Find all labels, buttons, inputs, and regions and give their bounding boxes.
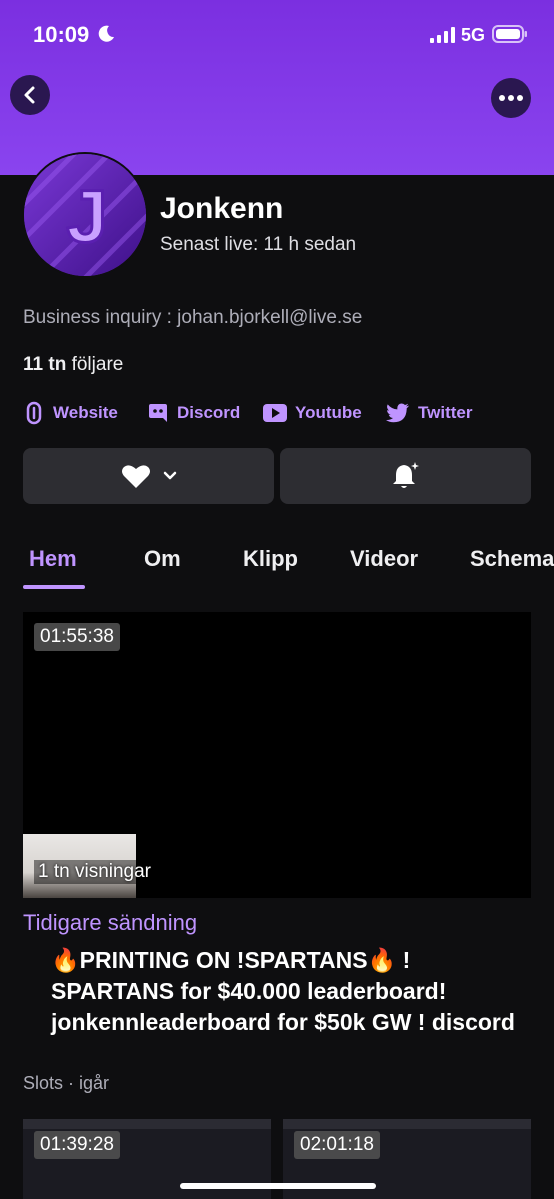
link-label: Discord (177, 403, 241, 422)
bell-plus-icon (392, 462, 419, 488)
link-youtube[interactable]: Youtube (263, 400, 362, 426)
channel-name: Jonkenn (160, 192, 284, 225)
link-discord[interactable]: Discord (147, 400, 240, 426)
link-website[interactable]: Website (23, 400, 118, 426)
video-type-label: Tidigare sändning (23, 910, 198, 935)
channel-bio: Business inquiry : johan.bjorkell@live.s… (23, 307, 363, 328)
battery-icon (492, 25, 527, 43)
thumbnail-browser-bar (283, 1119, 531, 1129)
network-label: 5G (461, 25, 486, 45)
view-count: 1 tn visningar (34, 860, 156, 884)
link-label: Twitter (418, 403, 473, 422)
video-duration: 01:39:28 (34, 1131, 120, 1159)
featured-video-thumbnail[interactable]: 01:55:38 (23, 612, 531, 898)
link-label: Youtube (295, 403, 362, 422)
profile-banner: 10:09 5G (0, 0, 554, 175)
more-dots-icon (499, 95, 523, 101)
link-icon (26, 401, 42, 425)
back-button[interactable] (10, 75, 50, 115)
channel-avatar[interactable]: J (22, 152, 148, 278)
moon-icon (98, 25, 114, 42)
discord-icon (149, 404, 167, 422)
status-bar: 10:09 5G (0, 0, 554, 70)
last-live-status: Senast live: 11 h sedan (160, 234, 357, 255)
avatar-letter: J (66, 175, 107, 258)
follow-button[interactable] (23, 448, 274, 504)
chevron-down-icon (163, 471, 176, 480)
youtube-icon (263, 404, 287, 422)
video-title[interactable]: 🔥PRINTING ON !SPARTANS🔥 ! SPARTANS for $… (51, 945, 521, 1038)
channel-tabs: Hem Om Klipp Videor Schema (0, 530, 554, 590)
home-indicator[interactable] (180, 1183, 376, 1189)
chevron-left-icon (24, 86, 35, 104)
heart-icon (121, 465, 150, 488)
video-duration: 01:55:38 (34, 623, 120, 651)
tab-schedule[interactable]: Schema (470, 546, 554, 572)
active-tab-indicator (23, 585, 85, 589)
link-twitter[interactable]: Twitter (386, 400, 472, 426)
video-duration: 02:01:18 (294, 1131, 380, 1159)
tab-clips[interactable]: Klipp (243, 546, 298, 572)
follower-label: följare (66, 354, 124, 375)
video-meta[interactable]: Slots · igår (23, 1073, 109, 1094)
twitter-icon (386, 403, 409, 423)
follower-number: 11 tn (23, 354, 67, 375)
more-options-button[interactable] (491, 78, 531, 118)
link-label: Website (53, 403, 118, 422)
thumbnail-browser-bar (23, 1119, 271, 1129)
notifications-button[interactable] (280, 448, 531, 504)
signal-icon (430, 27, 455, 43)
avatar-logo: J (24, 154, 146, 276)
follower-count: 11 tn följare (23, 354, 123, 376)
tab-videos[interactable]: Videor (350, 546, 418, 572)
tab-about[interactable]: Om (144, 546, 181, 572)
status-time: 10:09 (33, 22, 90, 47)
tab-home[interactable]: Hem (29, 546, 77, 572)
